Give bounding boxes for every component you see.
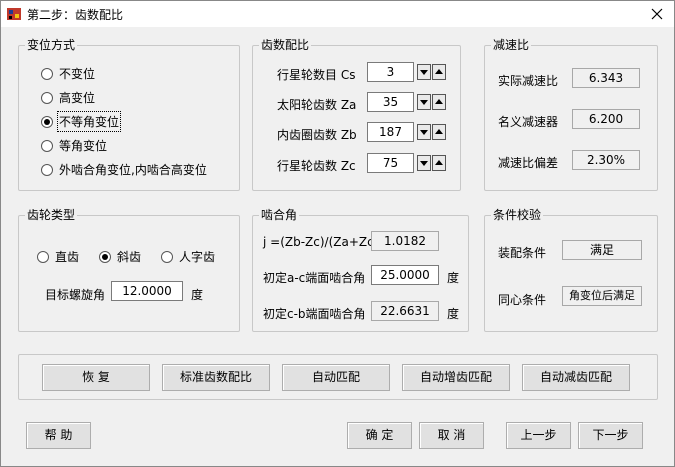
shift-option-mixed[interactable]: 外啮合角变位,内啮合高变位	[41, 161, 207, 178]
radio-icon	[161, 250, 173, 263]
shift-option-label: 高变位	[59, 91, 96, 105]
gear-type-herringbone[interactable]: 人字齿	[161, 248, 215, 265]
shift-option-none[interactable]: 不变位	[41, 65, 95, 82]
next-step-button[interactable]: 下一步	[578, 422, 643, 449]
close-button[interactable]	[646, 4, 668, 24]
j-formula-value: 1.0182	[371, 231, 439, 251]
shift-mode-group: 变位方式 不变位 高变位 不等角变位 等角变位 外啮合角变位,内啮合高变位	[18, 38, 240, 191]
teeth-group-label: 齿数配比	[259, 38, 312, 52]
actual-ratio-label: 实际减速比	[498, 74, 559, 88]
gear-type-helical[interactable]: 斜齿	[99, 248, 141, 265]
actual-ratio-value: 6.343	[572, 68, 640, 88]
gear-type-option-label: 直齿	[55, 250, 80, 264]
cancel-button[interactable]: 取 消	[419, 422, 484, 449]
arrow-up-icon	[435, 129, 443, 134]
sun-teeth-label: 太阳轮齿数 Za	[277, 98, 357, 112]
auto-decrease-match-button[interactable]: 自动减齿匹配	[522, 364, 630, 391]
ring-teeth-input[interactable]: 187	[367, 122, 414, 142]
gear-type-option-label: 斜齿	[117, 250, 142, 264]
ring-teeth-label: 内齿圈齿数 Zb	[277, 128, 357, 142]
ring-teeth-up-button[interactable]	[432, 124, 446, 140]
ring-teeth-down-button[interactable]	[417, 124, 431, 140]
planet-teeth-up-button[interactable]	[432, 155, 446, 171]
planet-count-label: 行星轮数目 Cs	[277, 68, 356, 82]
radio-icon	[37, 250, 49, 263]
arrow-up-icon	[435, 69, 443, 74]
mesh-angle-group-label: 啮合角	[259, 208, 300, 222]
shift-option-label: 等角变位	[59, 139, 108, 153]
arrow-up-icon	[435, 160, 443, 165]
helix-angle-input[interactable]: 12.0000	[111, 281, 183, 301]
ratio-group: 减速比 实际减速比 6.343 名义减速器 6.200 减速比偏差 2.30%	[484, 38, 658, 191]
shift-option-high[interactable]: 高变位	[41, 89, 95, 106]
radio-selected-icon	[41, 115, 53, 128]
concentric-condition-label: 同心条件	[498, 293, 547, 307]
sun-teeth-down-button[interactable]	[417, 94, 431, 110]
standard-teeth-ratio-button[interactable]: 标准齿数配比	[162, 364, 270, 391]
shift-option-label: 不变位	[59, 67, 96, 81]
planet-count-up-button[interactable]	[432, 64, 446, 80]
radio-selected-icon	[99, 250, 111, 263]
planet-teeth-input[interactable]: 75	[367, 153, 414, 173]
condition-check-group-label: 条件校验	[491, 208, 544, 222]
sun-teeth-up-button[interactable]	[432, 94, 446, 110]
sun-teeth-input[interactable]: 35	[367, 92, 414, 112]
ac-angle-label: 初定a-c端面啮合角	[263, 271, 366, 285]
planet-count-down-button[interactable]	[417, 64, 431, 80]
arrow-down-icon	[420, 130, 428, 135]
restore-button[interactable]: 恢 复	[42, 364, 150, 391]
gear-type-group: 齿轮类型 直齿 斜齿 人字齿 目标螺旋角 12.0000 度	[18, 208, 240, 332]
radio-icon	[41, 67, 53, 80]
close-icon	[651, 8, 663, 20]
shift-mode-group-label: 变位方式	[25, 38, 78, 52]
shift-option-label: 不等角变位	[56, 111, 122, 132]
ac-angle-unit: 度	[447, 271, 460, 285]
ac-angle-input[interactable]: 25.0000	[371, 265, 439, 285]
teeth-group: 齿数配比 行星轮数目 Cs 3 太阳轮齿数 Za 35 内齿圈齿数 Zb 187…	[252, 38, 461, 191]
dialog-window: 第二步：齿数配比 变位方式 不变位 高变位 不等角变位 等角变位 外啮合角变位,…	[0, 0, 675, 467]
shift-option-equal-angle[interactable]: 等角变位	[41, 137, 107, 154]
planet-count-input[interactable]: 3	[367, 62, 414, 82]
cb-angle-unit: 度	[447, 307, 460, 321]
gear-type-option-label: 人字齿	[179, 250, 216, 264]
gear-type-spur[interactable]: 直齿	[37, 248, 79, 265]
auto-match-button[interactable]: 自动匹配	[282, 364, 390, 391]
assembly-condition-value: 满足	[562, 240, 642, 260]
arrow-down-icon	[420, 70, 428, 75]
cb-angle-label: 初定c-b端面啮合角	[263, 307, 366, 321]
ok-button[interactable]: 确 定	[347, 422, 412, 449]
planet-teeth-down-button[interactable]	[417, 155, 431, 171]
cb-angle-value: 22.6631	[371, 301, 439, 321]
helix-angle-unit: 度	[191, 288, 204, 302]
arrow-down-icon	[420, 161, 428, 166]
nominal-ratio-value: 6.200	[572, 109, 640, 129]
title-bar[interactable]: 第二步：齿数配比	[1, 1, 674, 27]
help-button[interactable]: 帮 助	[26, 422, 91, 449]
auto-increase-match-button[interactable]: 自动增齿匹配	[402, 364, 510, 391]
gear-type-group-label: 齿轮类型	[25, 208, 78, 222]
concentric-condition-value: 角变位后满足	[562, 286, 642, 306]
mesh-angle-group: 啮合角 j =(Zb-Zc)/(Za+Zc) 1.0182 初定a-c端面啮合角…	[252, 208, 469, 332]
radio-icon	[41, 91, 53, 104]
shift-option-unequal-angle[interactable]: 不等角变位	[41, 111, 122, 132]
app-icon	[7, 8, 21, 20]
helix-angle-label: 目标螺旋角	[45, 288, 106, 302]
arrow-down-icon	[420, 100, 428, 105]
shift-option-label: 外啮合角变位,内啮合高变位	[59, 163, 207, 177]
condition-check-group: 条件校验 装配条件 满足 同心条件 角变位后满足	[484, 208, 658, 332]
ratio-group-label: 减速比	[491, 38, 532, 52]
prev-step-button[interactable]: 上一步	[506, 422, 571, 449]
j-formula-label: j =(Zb-Zc)/(Za+Zc)	[263, 235, 379, 249]
nominal-ratio-label: 名义减速器	[498, 115, 559, 129]
radio-icon	[41, 163, 53, 176]
ratio-deviation-value: 2.30%	[572, 150, 640, 170]
arrow-up-icon	[435, 99, 443, 104]
ratio-deviation-label: 减速比偏差	[498, 156, 559, 170]
planet-teeth-label: 行星轮齿数 Zc	[277, 159, 356, 173]
window-title: 第二步：齿数配比	[27, 8, 124, 22]
radio-icon	[41, 139, 53, 152]
assembly-condition-label: 装配条件	[498, 246, 547, 260]
